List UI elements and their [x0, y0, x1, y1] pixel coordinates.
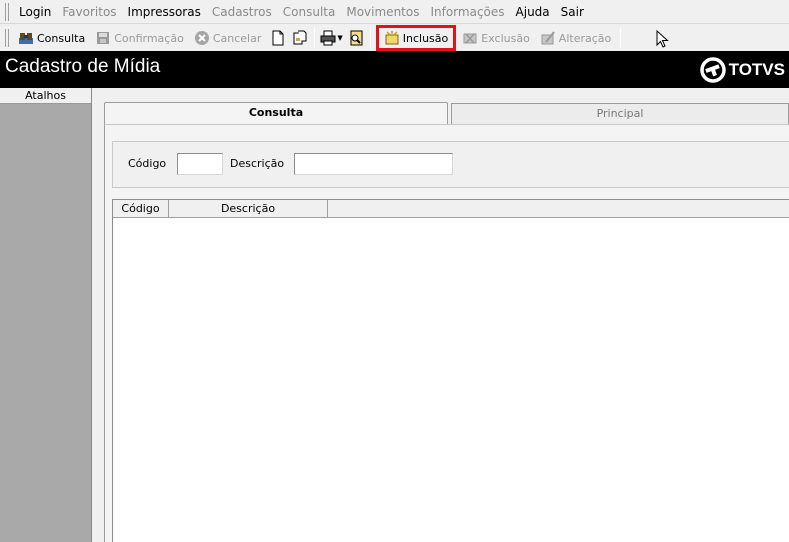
tab-principal[interactable]: Principal: [451, 103, 789, 125]
descricao-input[interactable]: [294, 153, 453, 175]
tab-content-consulta: Código Descrição Código Descrição: [104, 124, 789, 542]
form-title: Cadastro de Mídia: [5, 56, 161, 77]
codigo-label: Código: [128, 157, 167, 170]
cancel-icon: [194, 30, 210, 46]
menu-cadastros[interactable]: Cadastros: [207, 5, 278, 19]
menu-favoritos[interactable]: Favoritos: [57, 5, 122, 19]
menu-ajuda[interactable]: Ajuda: [511, 5, 556, 19]
toolbar-separator: [314, 28, 316, 48]
tab-consulta[interactable]: Consulta: [104, 102, 448, 126]
new-document-icon: [270, 30, 286, 46]
add-record-icon: [384, 30, 400, 46]
filter-panel: Código Descrição: [112, 141, 789, 188]
confirmacao-label: Confirmação: [114, 31, 184, 45]
menu-consulta[interactable]: Consulta: [278, 5, 342, 19]
shortcuts-panel: Atalhos: [0, 88, 92, 542]
totvs-logo-icon: [699, 57, 726, 83]
column-header-codigo[interactable]: Código: [113, 200, 169, 218]
toolbar-grip: [5, 29, 9, 47]
exclusao-button[interactable]: Exclusão: [458, 27, 536, 49]
consulta-label: Consulta: [37, 31, 86, 45]
codigo-input[interactable]: [177, 153, 223, 175]
menu-impressoras[interactable]: Impressoras: [123, 5, 207, 19]
copy-document-icon: [292, 30, 308, 46]
menu-movimentos[interactable]: Movimentos: [341, 5, 425, 19]
delete-record-icon: [462, 30, 478, 46]
menu-informacoes[interactable]: Informações: [425, 5, 510, 19]
binoculars-icon: [18, 30, 34, 46]
edit-record-icon: [540, 30, 556, 46]
consulta-button[interactable]: Consulta: [14, 27, 91, 49]
alteracao-button[interactable]: Alteração: [536, 27, 617, 49]
shortcuts-header[interactable]: Atalhos: [0, 88, 91, 104]
menu-sair[interactable]: Sair: [556, 5, 590, 19]
print-dropdown-icon: ▼: [337, 34, 343, 42]
menu-login[interactable]: Login: [14, 5, 57, 19]
preview-icon: [348, 30, 364, 46]
form-title-bar: Cadastro de Mídia TOTVS: [0, 51, 789, 88]
printer-icon: [320, 30, 336, 46]
column-header-descricao[interactable]: Descrição: [169, 200, 328, 218]
confirmacao-button[interactable]: Confirmação: [91, 27, 190, 49]
print-button[interactable]: ▼: [318, 27, 344, 49]
cancelar-label: Cancelar: [212, 31, 262, 45]
exclusao-label: Exclusão: [481, 31, 530, 45]
main-area: Consulta Principal Código Descrição Códi…: [92, 88, 789, 542]
results-grid[interactable]: Código Descrição: [112, 199, 789, 542]
alteracao-label: Alteração: [558, 31, 612, 45]
cancelar-button[interactable]: Cancelar: [190, 27, 268, 49]
toolbar: Consulta Confirmação Cancelar ▼ Inclusão…: [0, 25, 789, 51]
logo-text: TOTVS: [728, 60, 785, 79]
descricao-label: Descrição: [230, 157, 285, 170]
copy-document-button[interactable]: [289, 27, 311, 49]
mouse-cursor-icon: [656, 30, 669, 48]
toolbar-separator: [369, 28, 371, 48]
save-icon: [95, 30, 111, 46]
menu-grip: [5, 2, 9, 21]
inclusao-highlight: Inclusão: [375, 25, 457, 51]
new-document-button[interactable]: [267, 27, 289, 49]
toolbar-separator: [620, 28, 622, 48]
inclusao-label: Inclusão: [402, 31, 449, 45]
inclusao-button[interactable]: Inclusão: [382, 27, 451, 49]
preview-button[interactable]: [345, 27, 367, 49]
totvs-logo: TOTVS: [699, 57, 785, 83]
menu-bar: Login Favoritos Impressoras Cadastros Co…: [0, 0, 789, 24]
grid-header: Código Descrição: [113, 200, 789, 218]
